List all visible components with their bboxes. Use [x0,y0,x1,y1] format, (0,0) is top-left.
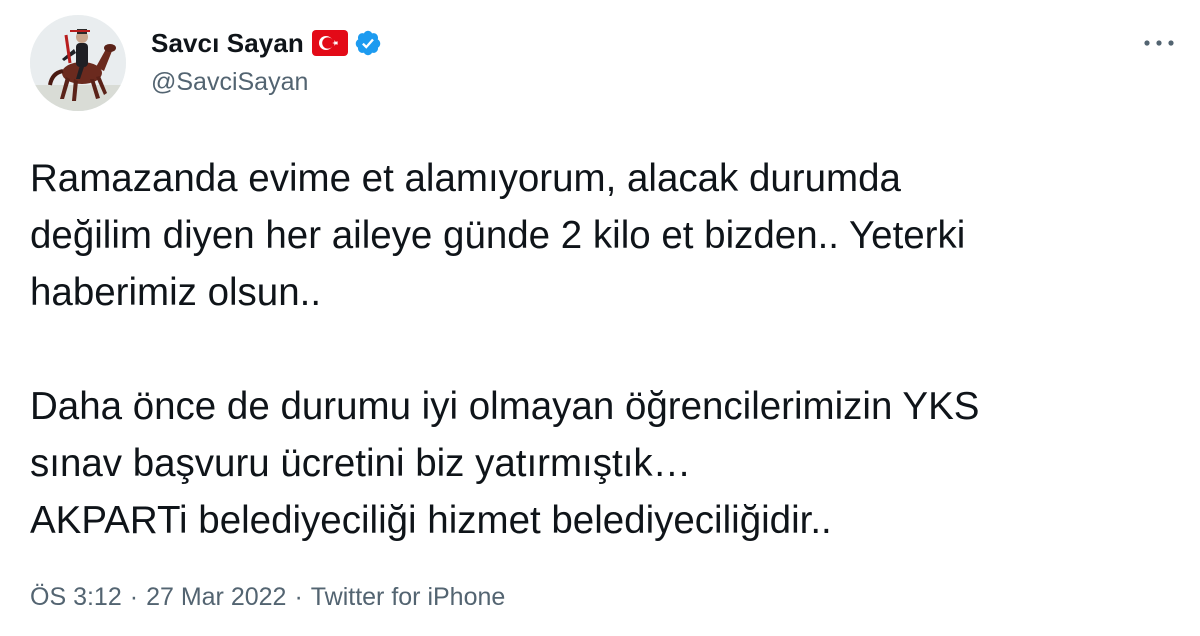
avatar-horse-rider-image [30,15,126,111]
more-options-button[interactable] [1136,26,1182,60]
tweet-source[interactable]: Twitter for iPhone [311,583,506,612]
tweet-date[interactable]: 27 Mar 2022 [146,583,286,612]
tweet-text-line: Daha önce de durumu iyi olmayan öğrencil… [30,385,980,428]
user-handle[interactable]: @SavciSayan [151,68,308,97]
tweet-text-line: değilim diyen her aileye günde 2 kilo et… [30,214,966,257]
tweet-metadata: ÖS 3:12 · 27 Mar 2022 · Twitter for iPho… [30,583,505,612]
tweet-time[interactable]: ÖS 3:12 [30,583,122,612]
turkey-flag-icon [311,30,348,56]
tweet-text-line: sınav başvuru ücretini biz yatırmıştık… [30,442,692,485]
tweet-text-line: AKPARTi belediyeciliği hizmet belediyeci… [30,499,832,542]
tweet-text-line: Ramazanda evime et alamıyorum, alacak du… [30,157,901,200]
more-horizontal-icon [1144,40,1174,46]
meta-separator: · [294,583,303,611]
avatar[interactable] [30,15,126,111]
meta-separator: · [129,583,139,611]
verified-badge-icon [354,29,382,57]
tweet-card: Savcı Sayan @SavciSayan Ramazanda evime … [0,0,1200,636]
display-name[interactable]: Savcı Sayan [151,28,304,59]
user-name-row: Savcı Sayan [151,26,382,60]
paragraph-break [30,321,1190,378]
tweet-text-line: haberimiz olsun.. [30,271,322,314]
tweet-text: Ramazanda evime et alamıyorum, alacak du… [30,150,1190,549]
